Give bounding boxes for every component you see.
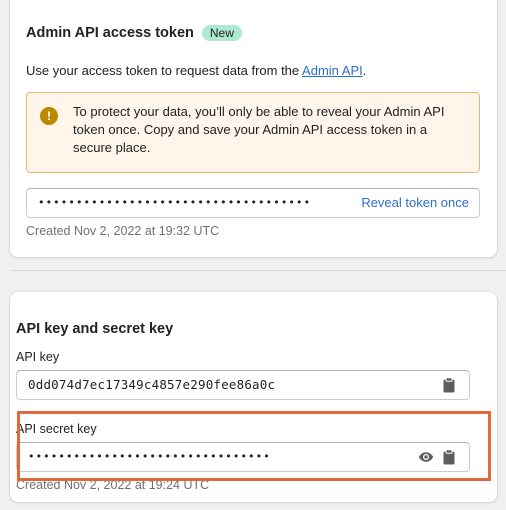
warning-banner: ! To protect your data, you’ll only be a… xyxy=(26,92,480,173)
api-key-value: 0dd074d7ec17349c4857e290fee86a0c xyxy=(28,377,276,392)
warning-circle-icon: ! xyxy=(40,107,58,125)
admin-token-title: Admin API access token xyxy=(26,25,194,41)
warning-banner-text: To protect your data, you’ll only be abl… xyxy=(73,104,445,155)
access-token-field[interactable]: •••••••••••••••••••••••••••••••••••• Rev… xyxy=(26,188,480,218)
admin-token-title-row: Admin API access token New xyxy=(26,25,242,41)
api-key-field[interactable]: 0dd074d7ec17349c4857e290fee86a0c xyxy=(16,370,470,400)
api-secret-field[interactable]: •••••••••••••••••••••••••••••••• xyxy=(16,442,470,472)
intro-suffix: . xyxy=(362,63,367,78)
admin-token-intro: Use your access token to request data fr… xyxy=(26,63,366,78)
eye-icon[interactable] xyxy=(418,449,434,465)
clipboard-icon[interactable] xyxy=(441,377,457,393)
section-divider xyxy=(10,270,506,271)
admin-token-card: Admin API access token New Use your acce… xyxy=(10,0,497,257)
new-badge: New xyxy=(201,25,242,41)
admin-api-link[interactable]: Admin API xyxy=(302,63,363,78)
api-keys-title: API key and secret key xyxy=(16,321,174,337)
token-created-text: Created Nov 2, 2022 at 19:32 UTC xyxy=(26,224,220,238)
api-secret-label: API secret key xyxy=(16,422,97,436)
keys-created-text: Created Nov 2, 2022 at 19:24 UTC xyxy=(16,478,210,492)
access-token-value: •••••••••••••••••••••••••••••••••••• xyxy=(38,196,312,209)
clipboard-icon[interactable] xyxy=(441,449,457,465)
api-secret-value: •••••••••••••••••••••••••••••••• xyxy=(28,450,271,463)
reveal-token-button[interactable]: Reveal token once xyxy=(361,189,469,217)
api-key-label: API key xyxy=(16,350,60,364)
intro-text: Use your access token to request data fr… xyxy=(26,63,303,78)
